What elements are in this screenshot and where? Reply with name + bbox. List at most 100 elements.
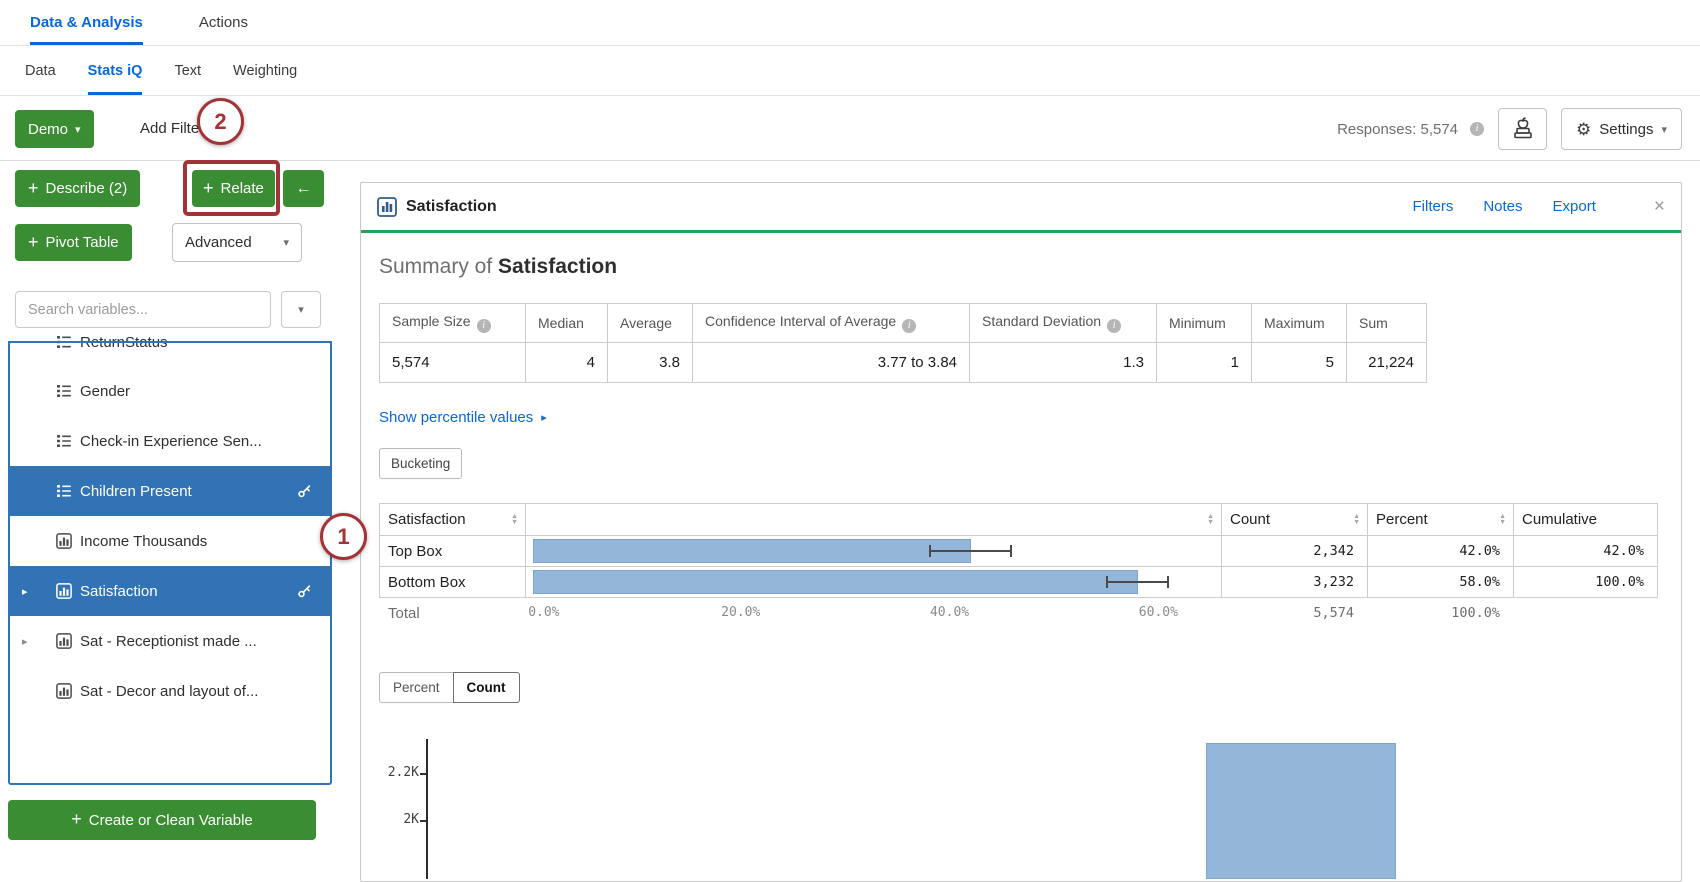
filters-link[interactable]: Filters (1413, 198, 1454, 215)
add-filter-link[interactable]: Add Filter (140, 97, 204, 161)
dataset-selector-button[interactable]: Demo ▾ (15, 110, 94, 148)
stats-value-sum: 21,224 (1347, 343, 1427, 383)
info-icon[interactable]: i (1470, 122, 1484, 136)
close-icon[interactable]: × (1654, 197, 1665, 216)
advanced-label: Advanced (185, 234, 252, 251)
stats-header-row: Sample SizeiMedianAverageConfidence Inte… (380, 304, 1427, 343)
key-icon (297, 584, 312, 599)
notes-link[interactable]: Notes (1483, 198, 1522, 215)
freq-row-top-box: Top Box2,34242.0%42.0% (380, 536, 1658, 567)
expand-arrow-icon[interactable]: ▸ (22, 635, 28, 648)
tab-data-and-analysis[interactable]: Data & Analysis (30, 0, 143, 45)
variable-item-check-in-experience-sen[interactable]: Check-in Experience Sen... (10, 416, 330, 466)
frequency-table: Satisfaction▲▼▲▼Count▲▼Percent▲▼Cumulati… (379, 503, 1658, 598)
tab-text[interactable]: Text (174, 46, 201, 95)
freq-bar-cell (526, 536, 1222, 567)
freq-bar-cell (526, 567, 1222, 598)
plus-icon: + (28, 233, 39, 251)
variable-label: Gender (80, 383, 130, 400)
describe-button[interactable]: + Describe (2) (15, 170, 140, 207)
sort-icon[interactable]: ▲▼ (1499, 514, 1506, 526)
stats-header-sample-size: Sample Sizei (380, 304, 526, 343)
card-title: Satisfaction (406, 198, 497, 216)
variable-item-sat-receptionist-made[interactable]: ▸Sat - Receptionist made ... (10, 616, 330, 666)
stats-header-median: Median (526, 304, 608, 343)
variable-label: Income Thousands (80, 533, 207, 550)
info-icon[interactable]: i (1107, 319, 1121, 333)
freq-percent: 58.0% (1368, 567, 1514, 598)
analysis-card: Satisfaction Filters Notes Export × Summ… (360, 182, 1682, 882)
variable-item-gender[interactable]: Gender (10, 366, 330, 416)
toggle-count-button[interactable]: Count (453, 672, 520, 703)
expand-arrow-icon[interactable]: ▸ (22, 585, 28, 598)
freq-count: 2,342 (1222, 536, 1368, 567)
settings-button[interactable]: ⚙ Settings ▾ (1561, 108, 1682, 150)
plus-icon: + (203, 179, 214, 197)
freq-header-row: Satisfaction▲▼▲▼Count▲▼Percent▲▼Cumulati… (380, 504, 1658, 536)
variable-item-satisfaction[interactable]: ▸ Satisfaction (10, 566, 330, 616)
freq-header-count[interactable]: Count▲▼ (1222, 504, 1368, 536)
collapse-panel-button[interactable]: ← (283, 170, 324, 207)
percent-count-toggle: Percent Count (379, 672, 520, 703)
stats-header-average: Average (608, 304, 693, 343)
freq-header-satisfaction[interactable]: Satisfaction▲▼ (380, 504, 526, 536)
sort-icon[interactable]: ▲▼ (1353, 514, 1360, 526)
toggle-percent-button[interactable]: Percent (379, 672, 454, 703)
plus-icon: + (71, 810, 82, 828)
variable-item-income-thousands[interactable]: Income Thousands (10, 516, 330, 566)
tab-data[interactable]: Data (25, 46, 56, 95)
freq-row-label: Top Box (380, 536, 526, 567)
error-bar (929, 550, 1012, 552)
summary-subject: Satisfaction (498, 255, 617, 278)
stats-header-standard-deviation: Standard Deviationi (970, 304, 1157, 343)
total-row: Total 0.0%20.0%40.0%60.0% 5,574 100.0% (379, 598, 1657, 628)
create-or-clean-variable-button[interactable]: + Create or Clean Variable (8, 800, 316, 840)
sort-icon[interactable]: ▲▼ (511, 514, 518, 526)
variable-item-children-present[interactable]: Children Present (10, 466, 330, 516)
advanced-dropdown[interactable]: Advanced ▾ (172, 223, 302, 262)
freq-cumulative: 100.0% (1514, 567, 1658, 598)
left-arrow-icon: ← (296, 180, 312, 198)
pivot-table-button[interactable]: + Pivot Table (15, 224, 132, 261)
info-icon[interactable]: i (902, 319, 916, 333)
variable-label: Satisfaction (80, 583, 158, 600)
variable-item-sat-decor-and-layout-of[interactable]: Sat - Decor and layout of... (10, 666, 330, 716)
bar-variable-icon (56, 533, 72, 549)
frequency-bar (533, 539, 971, 563)
gear-icon: ⚙ (1576, 121, 1591, 138)
variable-list: ReturnStatusGenderCheck-in Experience Se… (8, 341, 332, 785)
tab-actions[interactable]: Actions (199, 0, 248, 45)
export-link[interactable]: Export (1553, 198, 1596, 215)
sort-icon[interactable]: ▲▼ (1207, 514, 1214, 526)
freq-header-bar-column[interactable]: ▲▼ (526, 504, 1222, 536)
freq-header-cumulative: Cumulative (1514, 504, 1658, 536)
chevron-down-icon: ▾ (298, 303, 304, 316)
stats-header-sum: Sum (1347, 304, 1427, 343)
show-percentile-link[interactable]: Show percentile values ▸ (379, 409, 547, 426)
list-border-line (8, 341, 332, 343)
tab-stats-iq[interactable]: Stats iQ (88, 46, 143, 95)
annotation-step-2: 2 (197, 98, 244, 145)
create-label: Create or Clean Variable (89, 812, 253, 829)
freq-row-bottom-box: Bottom Box3,23258.0%100.0% (380, 567, 1658, 598)
freq-percent: 42.0% (1368, 536, 1514, 567)
help-resources-button[interactable] (1498, 108, 1547, 150)
info-icon[interactable]: i (477, 319, 491, 333)
y-axis-tick-label: 2K (379, 812, 419, 827)
freq-count: 3,232 (1222, 567, 1368, 598)
stats-values-row: 5,57443.83.77 to 3.841.31521,224 (380, 343, 1427, 383)
relate-button[interactable]: + Relate (192, 170, 275, 207)
freq-header-percent[interactable]: Percent▲▼ (1368, 504, 1514, 536)
key-icon (297, 484, 312, 499)
stats-value-minimum: 1 (1157, 343, 1252, 383)
tab-weighting[interactable]: Weighting (233, 46, 297, 95)
bar-variable-icon (56, 633, 72, 649)
toolbar: Demo ▾ Add Filter Responses: 5,574 i ⚙ S… (0, 97, 1700, 161)
y-axis-tick-label: 2.2K (379, 765, 419, 780)
total-percent: 100.0% (1367, 605, 1513, 621)
axis-tick-label: 0.0% (528, 605, 559, 620)
stats-header-confidence-interval-of-average: Confidence Interval of Averagei (693, 304, 970, 343)
bucketing-button[interactable]: Bucketing (379, 448, 462, 479)
stats-header-minimum: Minimum (1157, 304, 1252, 343)
chevron-down-icon: ▾ (1661, 123, 1667, 136)
